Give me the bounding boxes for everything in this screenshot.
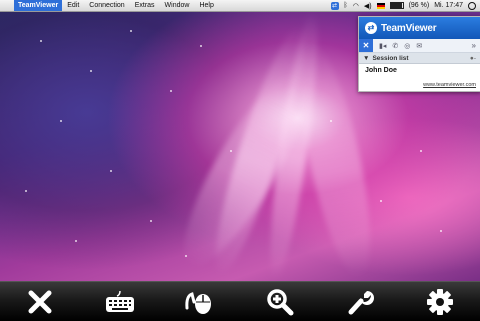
session-list-header[interactable]: ▼ Session list ●- <box>359 53 480 64</box>
wrench-icon <box>348 290 374 314</box>
video-icon[interactable]: ▮◂ <box>379 42 386 50</box>
expand-chevron-icon[interactable]: » <box>472 41 476 50</box>
panel-header: ⇄ TeamViewer <box>359 17 480 39</box>
close-icon <box>28 290 52 313</box>
tools-button[interactable] <box>340 284 380 320</box>
panel-brand: TeamViewer <box>381 22 437 34</box>
bluetooth-icon[interactable]: ᛒ <box>344 2 348 9</box>
session-list-item[interactable]: John Doe <box>359 64 480 78</box>
panel-toolbar: ✕ ▮◂ ✆ ◎ ✉ » <box>359 39 480 53</box>
menu-app-teamviewer[interactable]: TeamViewer <box>14 0 63 11</box>
phone-icon[interactable]: ✆ <box>392 42 398 50</box>
keyboard-button[interactable] <box>100 284 140 320</box>
remote-control-toolbar <box>0 281 480 321</box>
wifi-icon[interactable]: ◠ <box>353 2 359 10</box>
mouse-gesture-button[interactable] <box>180 284 220 320</box>
teamviewer-session-panel: ⇄ TeamViewer ✕ ▮◂ ✆ ◎ ✉ » ▼ Session list… <box>358 16 480 92</box>
battery-icon[interactable] <box>389 2 404 9</box>
mouse-gesture-icon <box>185 291 211 314</box>
status-area: ⇄ ᛒ ◠ ◀) (96 %) Mi. 17:47 <box>330 1 480 10</box>
volume-icon[interactable]: ◀) <box>364 2 372 10</box>
keyboard-icon <box>106 290 134 312</box>
menu-extras[interactable]: Extras <box>130 2 160 9</box>
teamviewer-status-icon[interactable]: ⇄ <box>330 1 339 10</box>
close-session-icon[interactable]: ✕ <box>359 39 373 52</box>
menu-connection[interactable]: Connection <box>84 2 129 9</box>
session-list-title: Session list <box>372 54 409 62</box>
menu-window[interactable]: Window <box>160 2 195 9</box>
collapse-arrow-icon[interactable]: ▼ <box>363 55 369 62</box>
teamviewer-website-link[interactable]: www.teamviewer.com <box>423 82 476 88</box>
menubar-clock[interactable]: Mi. 17:47 <box>434 2 463 9</box>
mac-menu-bar: TeamViewer Edit Connection Extras Window… <box>0 0 480 12</box>
input-language-flag-icon[interactable] <box>376 2 385 9</box>
menu-help[interactable]: Help <box>194 2 218 9</box>
gear-icon <box>427 288 453 315</box>
audio-icon[interactable]: ◎ <box>404 42 410 50</box>
zoom-in-button[interactable] <box>260 284 300 320</box>
spotlight-search-icon[interactable] <box>468 1 476 10</box>
close-button[interactable] <box>20 284 60 320</box>
teamviewer-logo-icon: ⇄ <box>365 22 377 34</box>
chat-icon[interactable]: ✉ <box>416 42 422 50</box>
zoom-in-icon <box>267 288 294 315</box>
settings-button[interactable] <box>420 284 460 320</box>
pin-icon[interactable]: ●- <box>470 55 476 62</box>
menu-edit[interactable]: Edit <box>62 2 84 9</box>
battery-percentage: (96 %) <box>408 2 430 9</box>
